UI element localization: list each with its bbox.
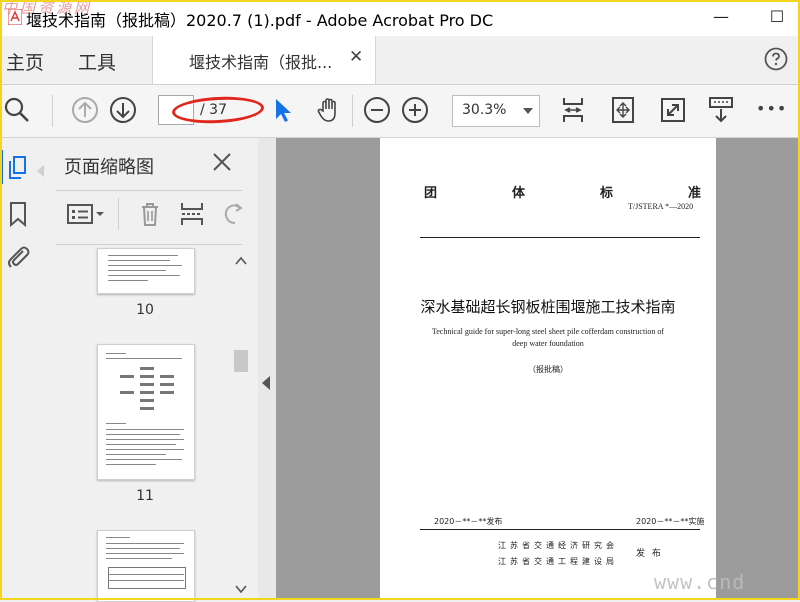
minimize-button[interactable]: — bbox=[706, 4, 736, 30]
navigation-rail bbox=[0, 138, 45, 600]
active-indicator bbox=[0, 150, 3, 184]
page-thumbnails-icon[interactable] bbox=[4, 154, 32, 182]
publish-label: 发 布 bbox=[636, 549, 663, 559]
full-screen-icon[interactable] bbox=[658, 95, 688, 125]
thumbnail-page-label: 10 bbox=[136, 302, 154, 318]
standard-code: T/JSTERA *—2020 bbox=[628, 202, 694, 211]
delete-icon[interactable] bbox=[136, 200, 164, 228]
close-icon[interactable] bbox=[210, 150, 234, 174]
title-bar: 中国资源网 堰技术指南（报批稿）2020.7 (1).pdf - Adobe A… bbox=[0, 0, 800, 36]
window-title: 堰技术指南（报批稿）2020.7 (1).pdf - Adobe Acrobat… bbox=[26, 11, 494, 30]
panel-tool-divider bbox=[118, 198, 119, 230]
panel-divider bbox=[56, 244, 242, 245]
document-status: （报批稿） bbox=[528, 365, 568, 374]
next-page-icon[interactable] bbox=[108, 95, 138, 125]
thumbnail-page[interactable] bbox=[97, 344, 195, 480]
tab-document[interactable]: 堰技术指南（报批... ✕ bbox=[152, 36, 376, 84]
document-tab-label: 堰技术指南（报批... bbox=[189, 53, 333, 72]
thumbnails-panel: 页面缩略图 10 11 bbox=[44, 138, 259, 602]
panel-collapse-handle[interactable] bbox=[258, 138, 276, 600]
scrolling-mode-icon[interactable] bbox=[608, 95, 638, 125]
thumbnail-options-icon[interactable] bbox=[66, 200, 106, 228]
thumbnail-scrollbar[interactable] bbox=[230, 248, 252, 598]
tab-home[interactable]: 主页 bbox=[6, 48, 44, 75]
maximize-button[interactable]: ☐ bbox=[762, 4, 792, 30]
publisher-org: 江苏省交通经济研究会 bbox=[498, 541, 618, 550]
toolbar-divider bbox=[52, 95, 53, 127]
publish-date: 2020－**－**发布 bbox=[434, 517, 503, 526]
standard-header-char: 标 bbox=[600, 186, 614, 201]
collapse-arrow-icon bbox=[262, 376, 270, 390]
close-tab-button[interactable]: ✕ bbox=[349, 47, 363, 67]
bookmark-icon[interactable] bbox=[4, 200, 32, 228]
pdf-page: 团 体 标 准 T/JSTERA *—2020 深水基础超长钢板桩围堰施工技术指… bbox=[380, 138, 716, 600]
zoom-select[interactable]: 30.3% bbox=[452, 95, 540, 127]
hand-tool-icon[interactable] bbox=[314, 95, 344, 125]
save-download-icon[interactable] bbox=[706, 95, 736, 125]
thumbnail-page-label: 11 bbox=[136, 488, 154, 504]
fit-page-icon[interactable] bbox=[558, 95, 588, 125]
standard-header-char: 准 bbox=[688, 186, 702, 201]
previous-page-icon[interactable] bbox=[70, 95, 100, 125]
help-icon[interactable] bbox=[764, 47, 788, 71]
standard-header-char: 体 bbox=[512, 186, 526, 201]
attachment-icon[interactable] bbox=[4, 242, 32, 270]
tab-bar: 主页 工具 堰技术指南（报批... ✕ bbox=[0, 36, 800, 85]
document-title-cn: 深水基础超长钢板桩围堰施工技术指南 bbox=[420, 298, 676, 316]
footer-rule bbox=[420, 529, 700, 530]
zoom-value: 30.3% bbox=[462, 102, 507, 118]
select-cursor-icon[interactable] bbox=[268, 95, 298, 125]
scroll-up-icon[interactable] bbox=[235, 256, 247, 266]
more-tools-button[interactable]: ••• bbox=[756, 99, 787, 118]
toolbar-divider bbox=[352, 95, 353, 127]
zoom-out-icon[interactable] bbox=[362, 95, 392, 125]
document-title-en: Technical guide for super-long steel she… bbox=[431, 327, 665, 348]
panel-title: 页面缩略图 bbox=[64, 157, 154, 178]
document-view[interactable]: 团 体 标 准 T/JSTERA *—2020 深水基础超长钢板桩围堰施工技术指… bbox=[276, 138, 800, 600]
implement-date: 2020－**－**实施 bbox=[636, 517, 705, 526]
insert-page-icon[interactable] bbox=[178, 200, 206, 228]
thumbnail-page[interactable] bbox=[97, 248, 195, 294]
scrollbar-thumb[interactable] bbox=[234, 350, 248, 372]
tab-tools[interactable]: 工具 bbox=[78, 48, 116, 75]
standard-header-char: 团 bbox=[424, 186, 438, 201]
watermark-bottom: www.cnd bbox=[654, 570, 746, 594]
chevron-down-icon bbox=[523, 108, 533, 114]
rotate-icon[interactable] bbox=[220, 200, 248, 228]
zoom-in-icon[interactable] bbox=[400, 95, 430, 125]
scroll-down-icon[interactable] bbox=[235, 584, 247, 594]
publisher-org: 江苏省交通工程建设局 bbox=[498, 557, 618, 566]
thumbnail-page[interactable] bbox=[97, 530, 195, 602]
panel-divider bbox=[56, 190, 242, 191]
search-icon[interactable] bbox=[2, 95, 32, 125]
header-rule bbox=[420, 237, 700, 238]
toolbar: / 37 30.3% ••• bbox=[0, 85, 800, 138]
